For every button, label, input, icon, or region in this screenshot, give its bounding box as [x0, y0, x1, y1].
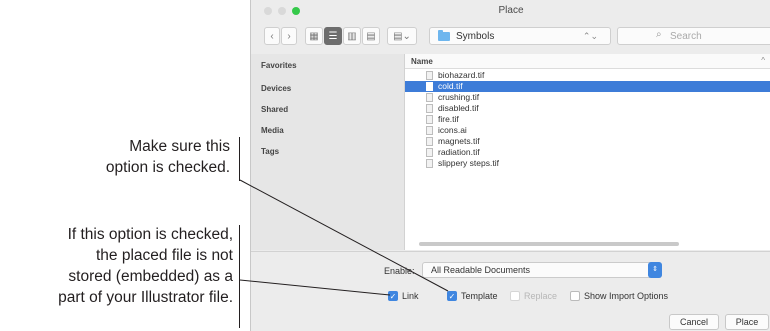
file-icon	[426, 82, 433, 91]
horizontal-scrollbar[interactable]	[419, 242, 679, 246]
file-name: crushing.tif	[438, 92, 480, 102]
show-import-options-checkbox[interactable]: Show Import Options	[570, 290, 668, 302]
sidebar: Favorites Devices Shared Media Tags	[251, 54, 405, 250]
toolbar: ‹ › ▦ ☰ ▥ ▤ ▤⌄ Symbols ⌃⌄ ⌕ Search	[251, 24, 770, 52]
file-name: cold.tif	[438, 81, 463, 91]
file-name: biohazard.tif	[438, 70, 485, 80]
file-row[interactable]: fire.tif	[405, 114, 770, 125]
checkmark-icon: ✓	[447, 291, 457, 301]
file-name: icons.ai	[438, 125, 467, 135]
replace-checkbox: Replace	[510, 290, 557, 302]
file-list: Name ^ biohazard.tif cold.tif crushing.t…	[405, 54, 770, 250]
file-icon	[426, 159, 433, 168]
template-checkbox[interactable]: ✓ Template	[447, 290, 498, 302]
sidebar-item-shared[interactable]: Shared	[261, 105, 288, 114]
callout-text-line: the placed file is not	[95, 247, 233, 264]
column-view-icon: ▥	[347, 30, 357, 42]
file-icon	[426, 115, 433, 124]
checkbox-box	[510, 291, 520, 301]
back-button[interactable]: ‹	[264, 27, 280, 45]
chevron-right-icon: ›	[287, 30, 291, 42]
location-label: Symbols	[456, 31, 495, 42]
callout-link: If this option is checked, the placed fi…	[0, 224, 233, 308]
file-icon	[426, 71, 433, 80]
file-name: disabled.tif	[438, 103, 479, 113]
forward-button[interactable]: ›	[281, 27, 297, 45]
search-icon: ⌕	[656, 29, 662, 40]
file-icon	[426, 104, 433, 113]
file-row[interactable]: biohazard.tif	[405, 70, 770, 81]
template-checkbox-label: Template	[461, 291, 498, 301]
icon-view-icon: ▦	[309, 30, 319, 42]
arrange-button[interactable]: ▤⌄	[387, 27, 417, 45]
sort-indicator-icon: ^	[761, 56, 765, 65]
file-row[interactable]: magnets.tif	[405, 136, 770, 147]
file-icon	[426, 148, 433, 157]
title-bar: Place	[251, 0, 770, 22]
sidebar-item-favorites[interactable]: Favorites	[261, 61, 297, 70]
callout-bar	[239, 225, 240, 328]
file-row[interactable]: slippery steps.tif	[405, 158, 770, 169]
callout-text-line: part of your Illustrator file.	[58, 289, 233, 306]
search-placeholder: Search	[670, 31, 702, 42]
file-name: radiation.tif	[438, 147, 480, 157]
folder-icon	[438, 30, 450, 41]
window-title: Place	[498, 5, 524, 16]
list-view-icon: ☰	[328, 30, 338, 42]
select-stepper-icon: ⇕	[648, 262, 662, 278]
sidebar-item-media[interactable]: Media	[261, 126, 284, 135]
column-header-label: Name	[411, 57, 433, 66]
sidebar-item-devices[interactable]: Devices	[261, 84, 291, 93]
chevron-left-icon: ‹	[270, 30, 274, 42]
arrange-icon: ▤⌄	[393, 30, 411, 42]
sidebar-item-tags[interactable]: Tags	[261, 147, 279, 156]
column-view-button[interactable]: ▥	[343, 27, 361, 45]
callout-text-line: stored (embedded) as a	[68, 268, 233, 285]
popup-stepper-icon: ⌃⌄	[582, 31, 598, 41]
file-row[interactable]: disabled.tif	[405, 103, 770, 114]
callout-text-line: option is checked.	[105, 159, 230, 176]
location-popup[interactable]: Symbols ⌃⌄	[429, 27, 611, 45]
enable-select-value: All Readable Documents	[431, 265, 531, 275]
file-row[interactable]: radiation.tif	[405, 147, 770, 158]
icon-view-button[interactable]: ▦	[305, 27, 323, 45]
file-row[interactable]: crushing.tif	[405, 92, 770, 103]
file-row-selected[interactable]: cold.tif	[405, 81, 770, 92]
enable-select[interactable]: All Readable Documents ⇕	[422, 262, 662, 278]
checkmark-icon: ✓	[388, 291, 398, 301]
file-icon	[426, 137, 433, 146]
file-name: fire.tif	[438, 114, 459, 124]
replace-checkbox-label: Replace	[524, 291, 558, 301]
show-import-options-label: Show Import Options	[584, 291, 669, 301]
cancel-button[interactable]: Cancel	[669, 314, 719, 330]
link-checkbox[interactable]: ✓ Link	[388, 290, 419, 302]
callout-text-line: If this option is checked,	[67, 226, 233, 243]
checkbox-box	[570, 291, 580, 301]
search-input[interactable]: ⌕ Search	[617, 27, 770, 45]
file-name: magnets.tif	[438, 136, 480, 146]
list-view-button[interactable]: ☰	[324, 27, 342, 45]
place-dialog: Place ‹ › ▦ ☰ ▥ ▤ ▤⌄ Symbols ⌃⌄ ⌕ Search…	[250, 0, 770, 331]
callout-bar	[239, 137, 240, 181]
callout-text-line: Make sure this	[129, 138, 230, 155]
place-button[interactable]: Place	[725, 314, 769, 330]
enable-label: Enable:	[384, 266, 415, 276]
file-name: slippery steps.tif	[438, 158, 499, 168]
place-options: Enable: All Readable Documents ⇕ ✓ Link …	[251, 251, 770, 331]
cover-flow-button[interactable]: ▤	[362, 27, 380, 45]
file-icon	[426, 126, 433, 135]
cover-flow-icon: ▤	[366, 30, 376, 42]
file-icon	[426, 93, 433, 102]
file-row[interactable]: icons.ai	[405, 125, 770, 136]
name-column-header[interactable]: Name ^	[405, 54, 770, 69]
link-checkbox-label: Link	[402, 291, 419, 301]
callout-template: Make sure this option is checked.	[60, 136, 230, 178]
